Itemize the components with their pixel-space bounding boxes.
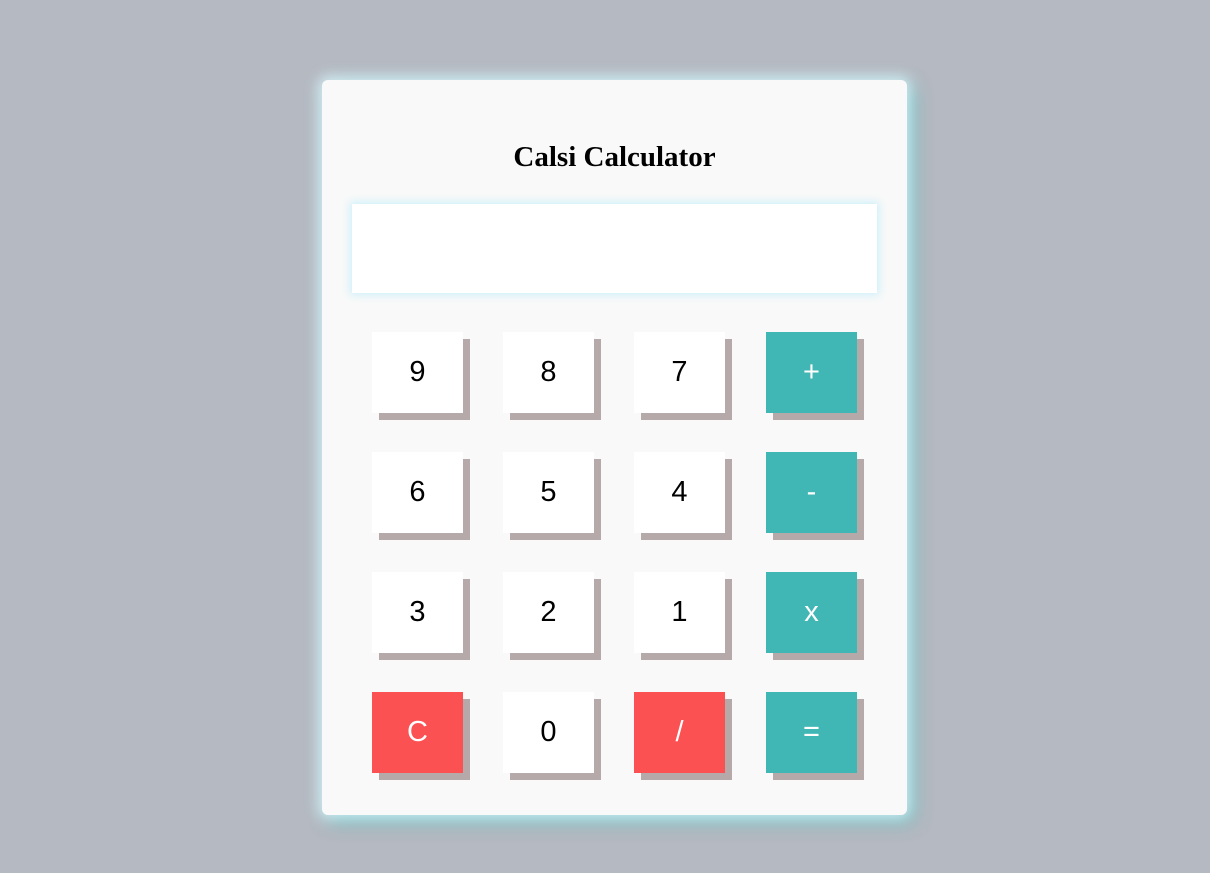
calculator-display[interactable]: [352, 204, 877, 293]
clear-button[interactable]: C: [372, 692, 463, 773]
key-5-button[interactable]: 5: [503, 452, 594, 533]
add-button[interactable]: +: [766, 332, 857, 413]
key-8-button[interactable]: 8: [503, 332, 594, 413]
divide-button[interactable]: /: [634, 692, 725, 773]
key-3-button[interactable]: 3: [372, 572, 463, 653]
key-1-button[interactable]: 1: [634, 572, 725, 653]
key-2-button[interactable]: 2: [503, 572, 594, 653]
equals-button[interactable]: =: [766, 692, 857, 773]
key-4-button[interactable]: 4: [634, 452, 725, 533]
key-9-button[interactable]: 9: [372, 332, 463, 413]
key-6-button[interactable]: 6: [372, 452, 463, 533]
subtract-button[interactable]: -: [766, 452, 857, 533]
calculator-title: Calsi Calculator: [513, 141, 716, 173]
key-7-button[interactable]: 7: [634, 332, 725, 413]
key-0-button[interactable]: 0: [503, 692, 594, 773]
multiply-button[interactable]: x: [766, 572, 857, 653]
calculator-panel: Calsi Calculator 9 8 7 + 6 5 4 - 3 2 1 x…: [322, 80, 907, 815]
